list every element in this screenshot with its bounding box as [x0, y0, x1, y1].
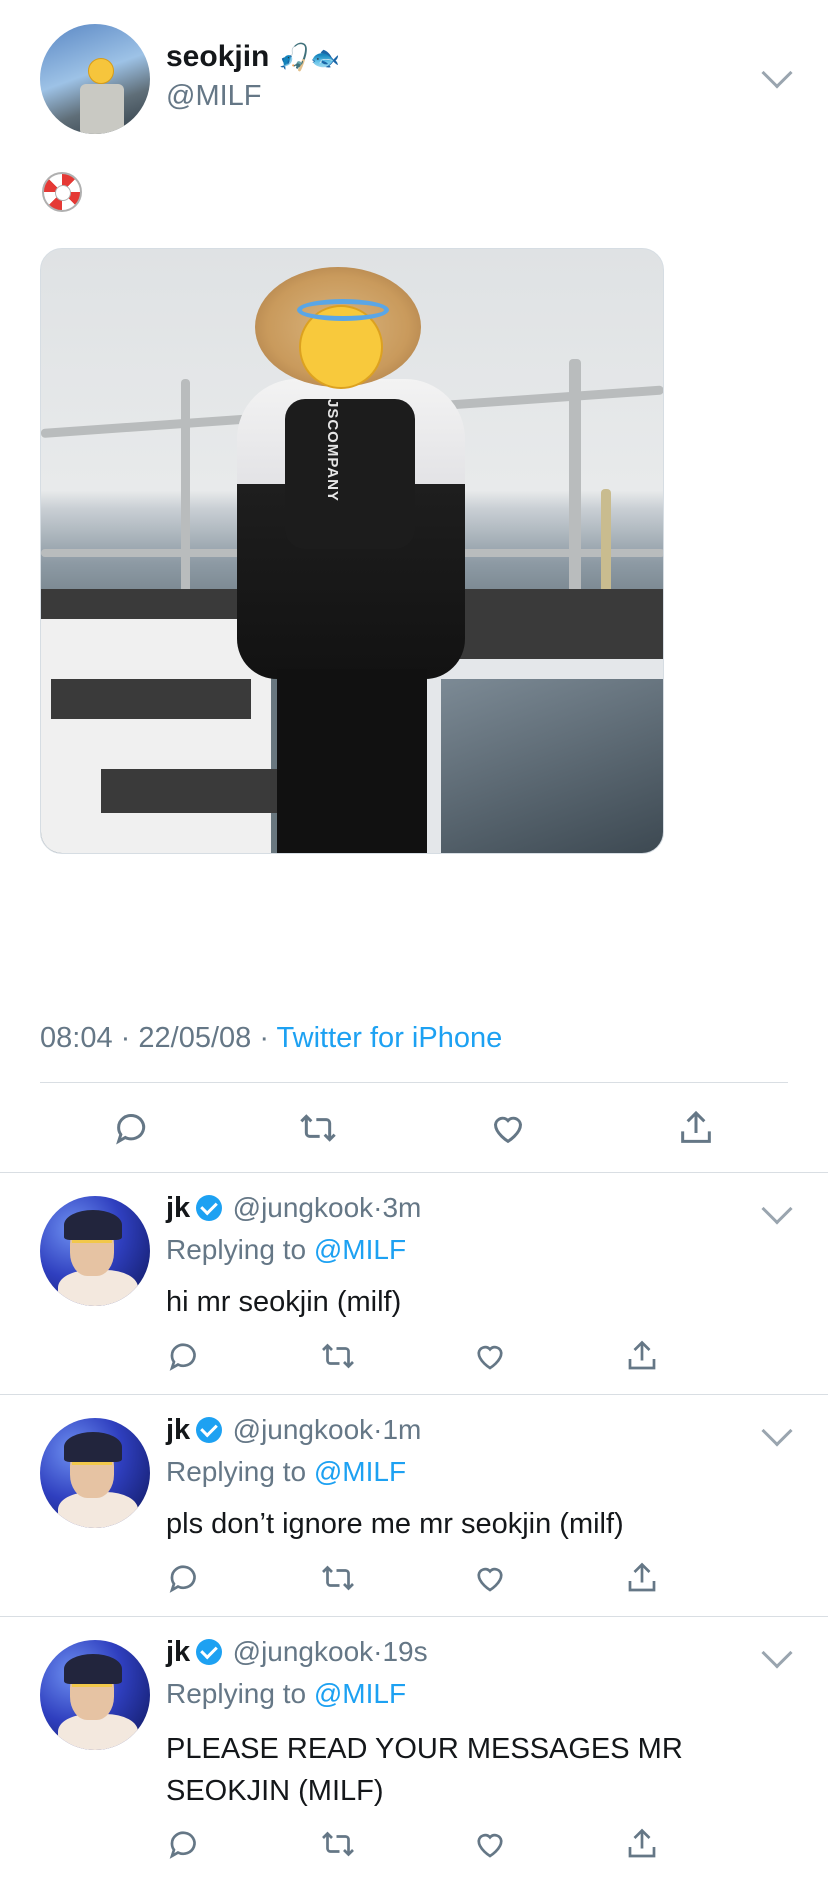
tweet-photo[interactable]: JSCOMPANY [40, 248, 664, 854]
verified-badge-icon [196, 1417, 223, 1443]
retweet-icon[interactable] [320, 1560, 356, 1596]
reply-author-name[interactable]: jk [166, 1636, 190, 1668]
avatar-glasses [72, 1462, 112, 1470]
reply-icon[interactable] [112, 1108, 152, 1148]
retweet-icon[interactable] [298, 1108, 338, 1148]
reply-text: hi mr seokjin (milf) [166, 1286, 402, 1318]
chevron-down-icon[interactable] [761, 1415, 793, 1447]
reply-author-name[interactable]: jk [166, 1414, 190, 1446]
replying-to-link[interactable]: @MILF [314, 1234, 406, 1265]
reply-time: 1m [382, 1414, 422, 1445]
replying-to-link[interactable]: @MILF [314, 1678, 406, 1709]
reply-icon[interactable] [166, 1560, 202, 1596]
halo-ring [297, 299, 389, 321]
person-pants [277, 669, 427, 853]
replying-prefix: Replying to [166, 1234, 307, 1265]
divider [0, 1394, 828, 1395]
author-avatar[interactable] [40, 24, 150, 134]
reply-icon[interactable] [166, 1826, 202, 1862]
avatar-hair [64, 1210, 122, 1240]
verified-badge-icon [196, 1195, 223, 1221]
share-icon[interactable] [624, 1560, 660, 1596]
share-icon[interactable] [624, 1826, 660, 1862]
tweet-date: 22/05/08 [138, 1022, 252, 1054]
share-icon[interactable] [676, 1108, 716, 1148]
avatar-hair [64, 1654, 122, 1684]
reply-avatar[interactable] [40, 1640, 150, 1750]
reply-icon[interactable] [166, 1338, 202, 1374]
retweet-icon[interactable] [320, 1338, 356, 1374]
like-icon[interactable] [472, 1338, 508, 1374]
reply-time: 3m [382, 1192, 422, 1223]
life-vest [285, 399, 415, 549]
retweet-icon[interactable] [320, 1826, 356, 1862]
reply-text: PLEASE READ YOUR MESSAGES MR SEOKJIN (MI… [166, 1733, 683, 1807]
author-handle[interactable]: @MILF [166, 80, 262, 113]
chevron-down-icon[interactable] [761, 57, 793, 89]
tweet-time: 08:04 [40, 1022, 113, 1054]
like-icon[interactable] [472, 1826, 508, 1862]
author-name-text: seokjin [166, 40, 270, 73]
chevron-down-icon[interactable] [761, 1637, 793, 1669]
replying-to-link[interactable]: @MILF [314, 1456, 406, 1487]
reply-author-handle[interactable]: @jungkook [233, 1192, 374, 1223]
meta-separator: · [120, 1022, 131, 1054]
replying-to-line: Replying to @MILF [166, 1456, 406, 1488]
meta-separator: · [259, 1022, 269, 1054]
reply-avatar[interactable] [40, 1418, 150, 1528]
divider [0, 1616, 828, 1617]
avatar-glasses [72, 1240, 112, 1248]
verified-badge-icon [196, 1639, 223, 1665]
like-icon[interactable] [472, 1560, 508, 1596]
share-icon[interactable] [624, 1338, 660, 1374]
chevron-down-icon[interactable] [761, 1193, 793, 1225]
replying-prefix: Replying to [166, 1456, 307, 1487]
reply-header: jk @jungkook·19s [166, 1636, 428, 1669]
like-icon[interactable] [488, 1108, 528, 1148]
divider [0, 1172, 828, 1173]
tweet-meta: 08:04 · 22/05/08 · Twitter for iPhone [40, 1022, 502, 1055]
replying-to-line: Replying to @MILF [166, 1678, 406, 1710]
smile-emoji-icon [88, 58, 114, 84]
replying-prefix: Replying to [166, 1678, 307, 1709]
replying-to-line: Replying to @MILF [166, 1234, 406, 1266]
reply-text: pls don’t ignore me mr seokjin (milf) [166, 1508, 624, 1540]
divider [40, 1082, 788, 1083]
reply-avatar[interactable] [40, 1196, 150, 1306]
reply-time: 19s [382, 1636, 428, 1667]
reply-header: jk @jungkook·1m [166, 1414, 421, 1447]
lifebuoy-icon [42, 172, 82, 212]
vest-label: JSCOMPANY [324, 399, 341, 502]
avatar-hair [64, 1432, 122, 1462]
author-name[interactable]: seokjin 🎣🐟 [166, 40, 340, 74]
avatar-glasses [72, 1684, 112, 1692]
fish-icon: 🐟 [310, 45, 340, 72]
reply-author-name[interactable]: jk [166, 1192, 190, 1224]
reply-header: jk @jungkook·3m [166, 1192, 421, 1225]
reply-author-handle[interactable]: @jungkook [233, 1414, 374, 1445]
avatar-figure [80, 84, 124, 134]
reply-author-handle[interactable]: @jungkook [233, 1636, 374, 1667]
tweet-source-link[interactable]: Twitter for iPhone [277, 1022, 503, 1054]
fishing-pole-icon: 🎣 [277, 42, 311, 72]
